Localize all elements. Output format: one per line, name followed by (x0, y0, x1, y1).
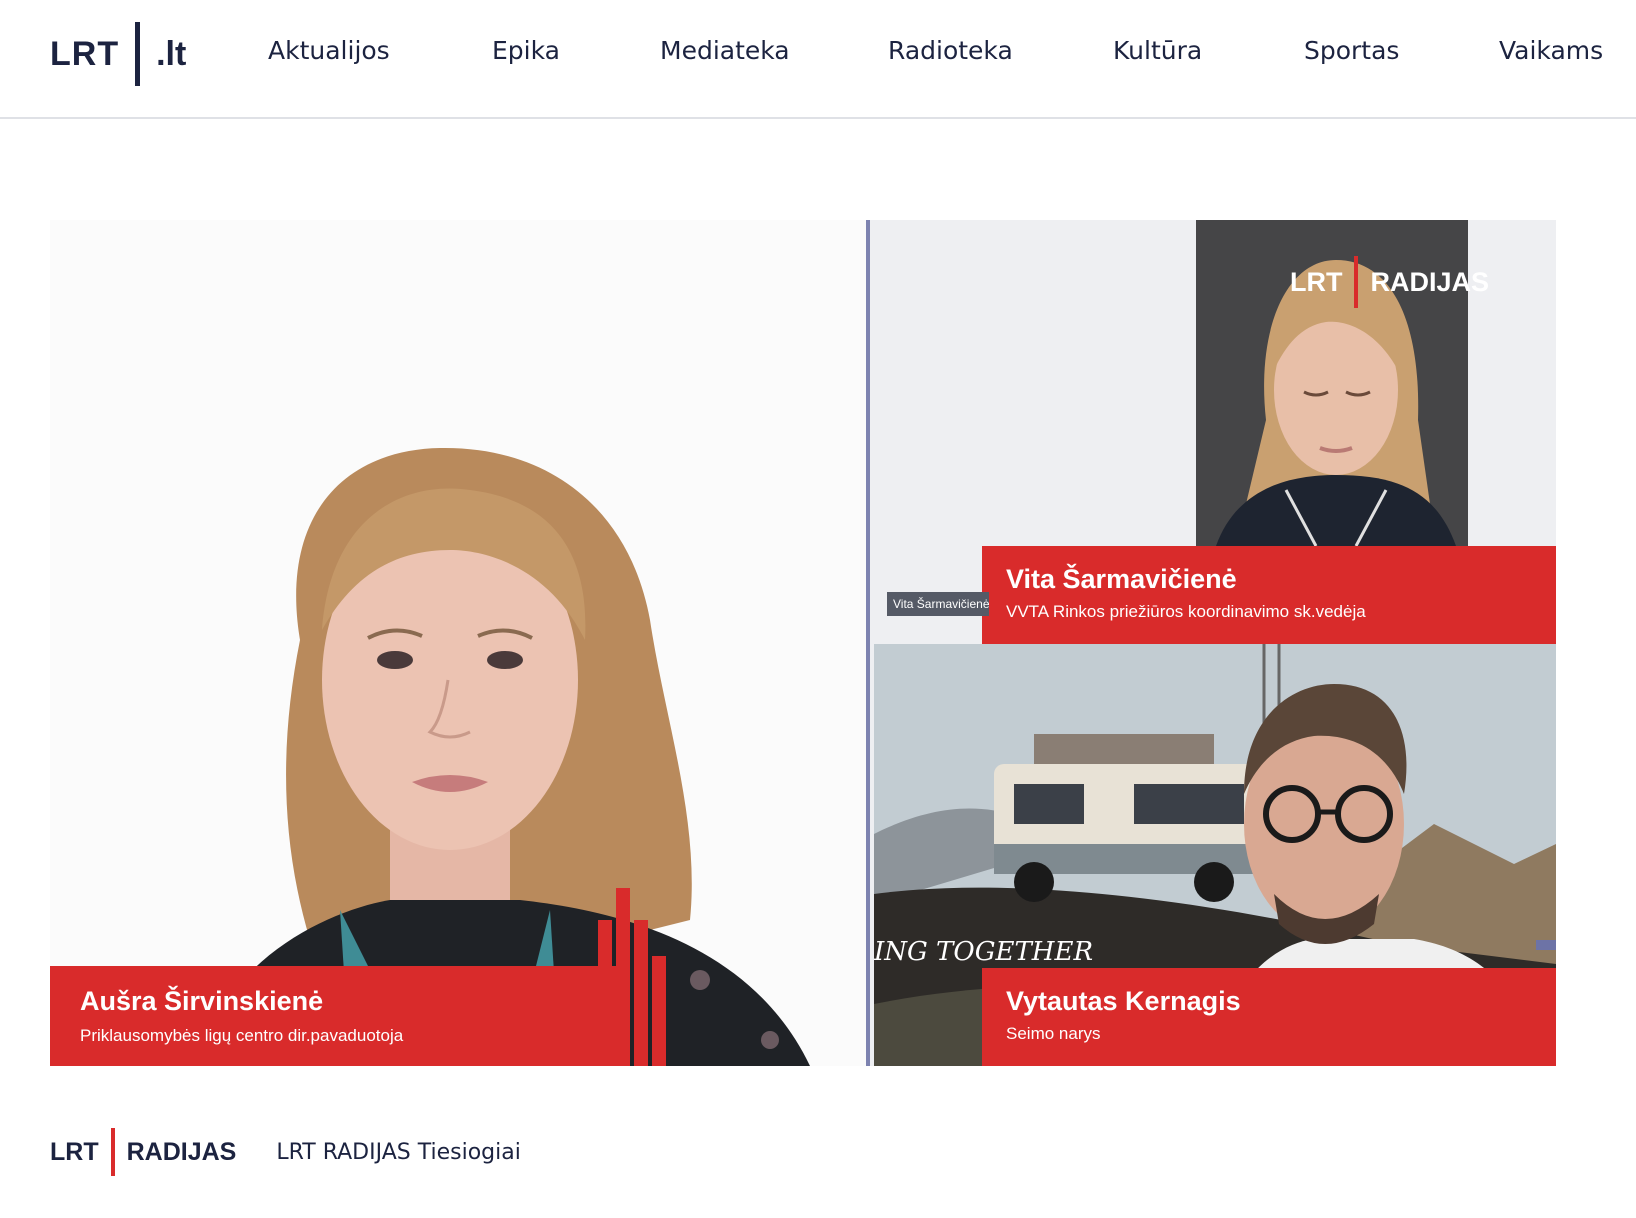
participant-portrait-1 (200, 447, 810, 1066)
nav-item-mediateka[interactable]: Mediateka (660, 36, 790, 65)
lower-third-3: Vytautas Kernagis Seimo narys (982, 968, 1556, 1066)
nav-item-vaikams[interactable]: Vaikams (1499, 36, 1603, 65)
participant-video-right: LRT RADIJAS Vita Šarmavičienė VVTA Rinko… (870, 220, 1556, 1066)
participant-name-2: Vita Šarmavičienė (1006, 564, 1237, 594)
station-logo-channel: RADIJAS (126, 1137, 237, 1166)
station-info: LRT RADIJAS LRT RADIJAS Tiesiogiai (50, 1128, 521, 1176)
logo-suffix: .lt (156, 34, 187, 73)
nav-item-kultura[interactable]: Kultūra (1113, 36, 1202, 65)
participant-name-1: Aušra Širvinskienė (80, 986, 324, 1016)
participant-role-2: VVTA Rinkos priežiūros koordinavimo sk.v… (1006, 602, 1366, 621)
station-logo-divider (110, 1128, 115, 1176)
participant-role-3: Seimo narys (1006, 1024, 1101, 1043)
site-header: LRT .lt Aktualijos Epika Mediateka Radio… (0, 0, 1636, 119)
lower-third-2: Vita Šarmavičienė VVTA Rinkos priežiūros… (982, 546, 1556, 644)
nav-item-epika[interactable]: Epika (492, 36, 560, 65)
poster-text: ING TOGETHER (874, 937, 1093, 967)
station-logo-brand: LRT (50, 1137, 99, 1166)
participant-tag: Vita Šarmavičienė (887, 592, 989, 616)
station-live-title[interactable]: LRT RADIJAS Tiesiogiai (276, 1140, 520, 1165)
nav-item-aktualijos[interactable]: Aktualijos (268, 36, 390, 65)
watermark-channel: RADIJAS (1370, 266, 1490, 297)
nav-item-sportas[interactable]: Sportas (1304, 36, 1399, 65)
participant-role-1: Priklausomybės ligų centro dir.pavaduoto… (80, 1026, 404, 1045)
nav-item-radioteka[interactable]: Radioteka (888, 36, 1013, 65)
lrt-radijas-watermark: LRT RADIJAS (1290, 256, 1489, 308)
participant-name-3: Vytautas Kernagis (1006, 986, 1241, 1016)
lower-third-1: Aušra Širvinskienė Priklausomybės ligų c… (50, 966, 618, 1066)
logo-brand: LRT (50, 34, 120, 73)
watermark-divider (1354, 256, 1359, 308)
video-player[interactable]: Aušra Širvinskienė Priklausomybės ligų c… (50, 220, 1556, 1066)
site-logo[interactable]: LRT .lt (50, 22, 186, 86)
watermark-brand: LRT (1290, 266, 1343, 297)
participant-video-left: Aušra Širvinskienė Priklausomybės ligų c… (50, 220, 866, 1066)
logo-divider (135, 22, 141, 86)
